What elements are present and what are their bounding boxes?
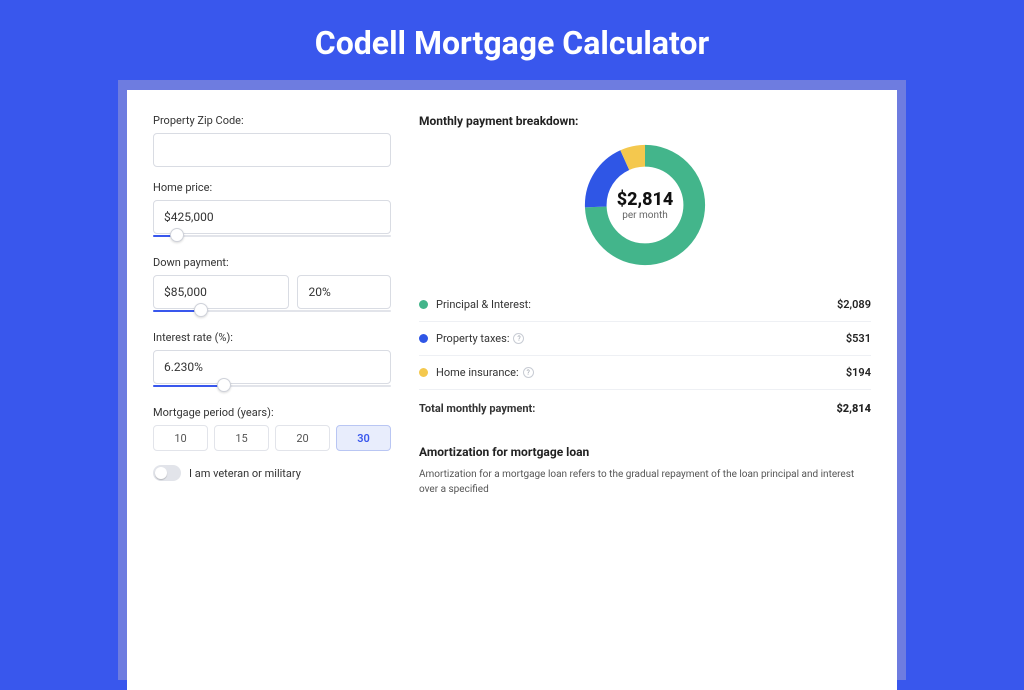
legend-value: $194 [846, 366, 871, 379]
input-panel: Property Zip Code: Home price: Down paym… [153, 114, 391, 497]
mortgage-period-10[interactable]: 10 [153, 425, 208, 451]
legend: Principal & Interest:$2,089Property taxe… [419, 288, 871, 390]
info-icon[interactable]: ? [513, 333, 524, 344]
mortgage-period-field: Mortgage period (years): 10152030 [153, 406, 391, 451]
donut-chart: $2,814 per month [580, 140, 710, 270]
mortgage-period-label: Mortgage period (years): [153, 406, 391, 419]
panel-band: Property Zip Code: Home price: Down paym… [118, 80, 906, 680]
veteran-toggle[interactable] [153, 465, 181, 481]
zip-label: Property Zip Code: [153, 114, 391, 127]
amortization-text: Amortization for a mortgage loan refers … [419, 467, 871, 497]
zip-input[interactable] [153, 133, 391, 167]
breakdown-panel: Monthly payment breakdown: $2,814 per mo… [419, 114, 871, 497]
donut-amount: $2,814 [617, 189, 674, 210]
calculator-card: Property Zip Code: Home price: Down paym… [127, 90, 897, 690]
donut-chart-wrap: $2,814 per month [419, 140, 871, 270]
mortgage-period-20[interactable]: 20 [275, 425, 330, 451]
down-payment-slider[interactable] [153, 307, 391, 317]
donut-sub: per month [622, 210, 668, 221]
home-price-slider[interactable] [153, 232, 391, 242]
legend-dot-icon [419, 334, 428, 343]
legend-total-label: Total monthly payment: [419, 402, 836, 415]
mortgage-period-15[interactable]: 15 [214, 425, 269, 451]
legend-total-row: Total monthly payment: $2,814 [419, 390, 871, 425]
mortgage-period-options: 10152030 [153, 425, 391, 451]
veteran-toggle-row: I am veteran or military [153, 465, 391, 481]
home-price-input[interactable] [153, 200, 391, 234]
legend-label: Property taxes:? [436, 332, 846, 345]
veteran-toggle-label: I am veteran or military [189, 467, 301, 480]
interest-rate-field: Interest rate (%): [153, 331, 391, 392]
interest-rate-label: Interest rate (%): [153, 331, 391, 344]
legend-row: Home insurance:?$194 [419, 356, 871, 390]
amortization-heading: Amortization for mortgage loan [419, 445, 871, 459]
down-payment-label: Down payment: [153, 256, 391, 269]
legend-row: Property taxes:?$531 [419, 322, 871, 356]
legend-dot-icon [419, 300, 428, 309]
legend-dot-icon [419, 368, 428, 377]
page-title: Codell Mortgage Calculator [0, 0, 1024, 80]
down-payment-amount-input[interactable] [153, 275, 289, 309]
interest-rate-slider[interactable] [153, 382, 391, 392]
home-price-label: Home price: [153, 181, 391, 194]
home-price-field: Home price: [153, 181, 391, 242]
down-payment-percent-input[interactable] [297, 275, 391, 309]
down-payment-field: Down payment: [153, 256, 391, 317]
legend-value: $531 [846, 332, 871, 345]
info-icon[interactable]: ? [523, 367, 534, 378]
legend-value: $2,089 [837, 298, 871, 311]
interest-rate-input[interactable] [153, 350, 391, 384]
donut-center: $2,814 per month [580, 140, 710, 270]
breakdown-heading: Monthly payment breakdown: [419, 114, 871, 128]
mortgage-period-30[interactable]: 30 [336, 425, 391, 451]
legend-total-value: $2,814 [836, 402, 871, 415]
legend-row: Principal & Interest:$2,089 [419, 288, 871, 322]
zip-field: Property Zip Code: [153, 114, 391, 167]
legend-label: Principal & Interest: [436, 298, 837, 311]
legend-label: Home insurance:? [436, 366, 846, 379]
